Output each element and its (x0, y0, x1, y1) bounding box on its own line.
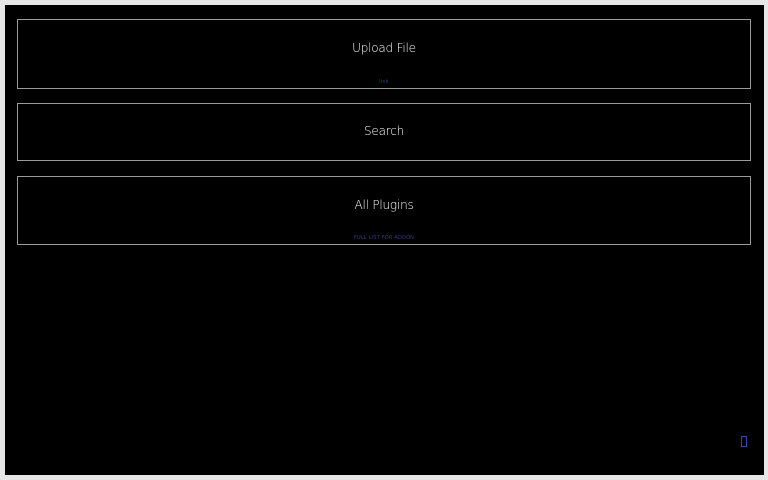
search-button[interactable]: Search (17, 103, 751, 161)
upload-file-button[interactable]: Upload File link (17, 19, 751, 89)
all-plugins-title: All Plugins (354, 198, 414, 212)
all-plugins-button[interactable]: All Plugins FULL LIST FOR ADDON (17, 176, 751, 245)
all-plugins-subtitle: FULL LIST FOR ADDON (353, 235, 415, 241)
search-title: Search (363, 124, 405, 138)
app-screen: Upload File link Search All Plugins FULL… (5, 5, 764, 475)
upload-file-link[interactable]: link (18, 79, 750, 85)
upload-file-title: Upload File (352, 41, 416, 55)
menu-icon[interactable] (741, 436, 747, 447)
